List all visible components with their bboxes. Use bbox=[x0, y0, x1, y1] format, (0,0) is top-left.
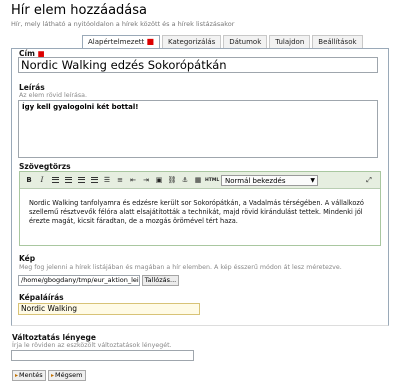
browse-button[interactable]: Tallózás... bbox=[142, 275, 179, 286]
caption-input[interactable]: Nordic Walking bbox=[18, 303, 200, 315]
caption-label: Képaláírás bbox=[19, 293, 64, 302]
indent-button[interactable]: ⇥ bbox=[140, 175, 152, 186]
align-center-button[interactable] bbox=[62, 175, 74, 186]
rich-text-editor: B I ☰ ≡ ⇤ ⇥ ▣ ⛓ ⚓ ▦ HTML Normál bekezdés… bbox=[19, 171, 381, 246]
page-title: Hír elem hozzáadása bbox=[11, 3, 147, 18]
paragraph-format-select[interactable]: Normál bekezdés ▼ bbox=[221, 174, 318, 186]
align-left-button[interactable] bbox=[49, 175, 61, 186]
bold-button[interactable]: B bbox=[23, 175, 35, 186]
align-center-icon bbox=[64, 176, 72, 183]
image-help: Meg fog jelenni a hírek listájában és ma… bbox=[19, 264, 342, 271]
editor-content[interactable]: Nordic Walking tanfolyamra és edzésre ke… bbox=[20, 189, 380, 226]
tab-default-label: Alapértelmezett bbox=[88, 38, 145, 46]
image-button[interactable]: ▣ bbox=[153, 175, 165, 186]
tab-categorization[interactable]: Kategorizálás bbox=[162, 35, 222, 48]
tab-settings[interactable]: Beállítások bbox=[312, 35, 363, 48]
table-button[interactable]: ▦ bbox=[192, 175, 204, 186]
tab-default[interactable]: Alapértelmezett ■ bbox=[82, 35, 161, 48]
fullscreen-button[interactable]: ⤢ bbox=[363, 175, 375, 186]
align-right-button[interactable] bbox=[75, 175, 87, 186]
change-note-help: Írja le röviden az eszközölt változtatás… bbox=[12, 342, 172, 349]
required-marker-icon: ■ bbox=[146, 37, 155, 46]
image-label: Kép bbox=[19, 254, 36, 263]
editor-toolbar: B I ☰ ≡ ⇤ ⇥ ▣ ⛓ ⚓ ▦ HTML Normál bekezdés… bbox=[20, 172, 380, 189]
paragraph-format-value: Normál bekezdés bbox=[225, 176, 286, 185]
justify-icon bbox=[90, 176, 98, 183]
description-label: Leírás bbox=[19, 83, 45, 92]
description-textarea[interactable]: Így kell gyalogolni két bottal! bbox=[18, 100, 378, 158]
outdent-button[interactable]: ⇤ bbox=[127, 175, 139, 186]
cancel-button-label: Mégsem bbox=[55, 371, 83, 379]
image-file-input[interactable]: /home/gbogdany/tmp/eur_aktion_leisu bbox=[18, 275, 140, 286]
page-subtitle: Hír, mely látható a nyitóoldalon a hírek… bbox=[11, 20, 235, 28]
align-left-icon bbox=[51, 176, 59, 183]
arrow-right-icon: ▸ bbox=[15, 372, 19, 379]
tab-ownership[interactable]: Tulajdon bbox=[269, 35, 311, 48]
save-button[interactable]: ▸ Mentés bbox=[12, 370, 46, 381]
justify-button[interactable] bbox=[88, 175, 100, 186]
tab-dates[interactable]: Dátumok bbox=[223, 35, 268, 48]
link-button[interactable]: ⛓ bbox=[166, 175, 178, 186]
chevron-down-icon: ▼ bbox=[310, 176, 315, 184]
bullet-list-button[interactable]: ☰ bbox=[101, 175, 113, 186]
save-button-label: Mentés bbox=[19, 371, 43, 379]
italic-button[interactable]: I bbox=[36, 175, 48, 186]
title-input[interactable]: Nordic Walking edzés Sokorópátkán bbox=[18, 57, 378, 73]
change-note-label: Változtatás lényege bbox=[12, 333, 96, 342]
change-note-input[interactable] bbox=[11, 350, 194, 361]
arrow-right-icon: ▸ bbox=[51, 372, 55, 379]
numbered-list-button[interactable]: ≡ bbox=[114, 175, 126, 186]
html-source-button[interactable]: HTML bbox=[205, 175, 219, 186]
description-help: Az elem rövid leírása. bbox=[19, 92, 87, 99]
align-right-icon bbox=[77, 176, 85, 183]
unlink-button[interactable]: ⚓ bbox=[179, 175, 191, 186]
body-label: Szövegtörzs bbox=[19, 162, 71, 171]
cancel-button[interactable]: ▸ Mégsem bbox=[48, 370, 86, 381]
tab-bar: Alapértelmezett ■ Kategorizálás Dátumok … bbox=[82, 35, 365, 48]
